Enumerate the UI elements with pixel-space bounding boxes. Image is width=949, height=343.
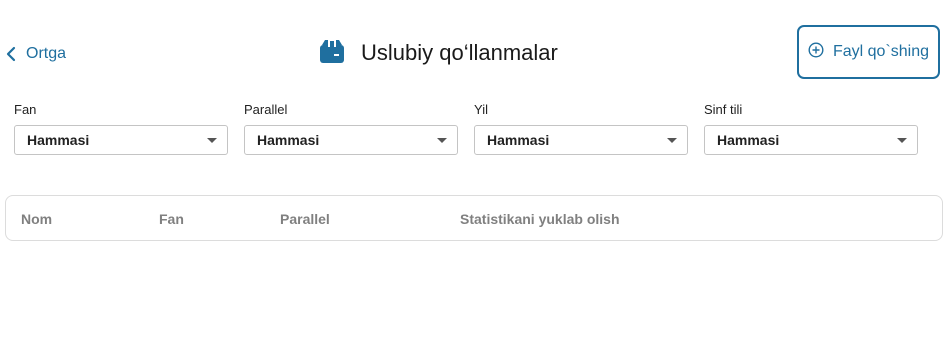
- plus-circle-icon: [808, 41, 824, 63]
- select-value: Hammasi: [27, 132, 90, 148]
- filter-fan-select[interactable]: Hammasi: [14, 125, 228, 155]
- dropdown-arrow-icon: [667, 137, 677, 143]
- filter-yil: Yil Hammasi: [474, 102, 688, 155]
- filter-sinf-tili: Sinf tili Hammasi: [704, 102, 918, 155]
- filter-parallel: Parallel Hammasi: [244, 102, 458, 155]
- files-table-header: Nom Fan Parallel Statistikani yuklab oli…: [5, 195, 943, 241]
- filter-parallel-select[interactable]: Hammasi: [244, 125, 458, 155]
- box-icon: [319, 38, 345, 69]
- column-header-nom[interactable]: Nom: [21, 196, 52, 242]
- filter-label: Yil: [474, 102, 488, 117]
- dropdown-arrow-icon: [207, 137, 217, 143]
- back-label: Ortga: [26, 45, 67, 62]
- page-title: Uslubiy qo‘llanmalar: [319, 36, 558, 70]
- column-header-fan[interactable]: Fan: [159, 196, 184, 242]
- column-header-parallel[interactable]: Parallel: [280, 196, 330, 242]
- select-value: Hammasi: [717, 132, 780, 148]
- dropdown-arrow-icon: [897, 137, 907, 143]
- select-value: Hammasi: [257, 132, 320, 148]
- filter-fan: Fan Hammasi: [14, 102, 228, 155]
- filter-sinf-tili-select[interactable]: Hammasi: [704, 125, 918, 155]
- column-header-statistics[interactable]: Statistikani yuklab olish: [460, 196, 620, 242]
- filter-label: Sinf tili: [704, 102, 743, 117]
- add-file-button[interactable]: Fayl qo`shing: [797, 25, 940, 79]
- page-title-text: Uslubiy qo‘llanmalar: [361, 40, 558, 65]
- add-file-label: Fayl qo`shing: [832, 43, 930, 60]
- back-button[interactable]: Ortga: [6, 40, 66, 68]
- chevron-left-icon: [6, 46, 16, 62]
- select-value: Hammasi: [487, 132, 550, 148]
- dropdown-arrow-icon: [437, 137, 447, 143]
- filter-yil-select[interactable]: Hammasi: [474, 125, 688, 155]
- filter-label: Fan: [14, 102, 37, 117]
- filter-label: Parallel: [244, 102, 288, 117]
